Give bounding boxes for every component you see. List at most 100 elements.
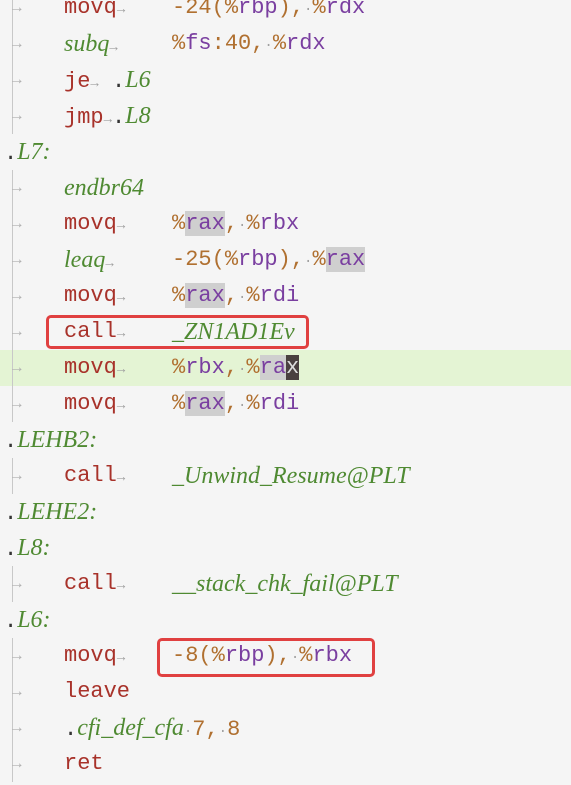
code-line[interactable]: → leave bbox=[0, 674, 571, 710]
annotation-box-operand bbox=[157, 638, 375, 677]
tab-arrow-icon: → bbox=[116, 578, 126, 594]
code-token: movq bbox=[64, 211, 117, 236]
operands: %fs:40,·%rdx bbox=[172, 26, 326, 64]
tab-arrow-icon: → bbox=[12, 359, 22, 377]
code-label-line[interactable]: .L7: bbox=[0, 134, 571, 170]
tab-arrow-icon: → bbox=[12, 215, 22, 233]
code-line[interactable]: → ret bbox=[0, 746, 571, 782]
code-token: , bbox=[224, 355, 239, 380]
code-token: jmp bbox=[64, 105, 104, 130]
code-token: L8: bbox=[17, 535, 51, 561]
tab-arrow-icon: → bbox=[12, 107, 22, 125]
tab-arrow-icon: → bbox=[116, 2, 126, 18]
code-line[interactable]: → jmp→.L8 bbox=[0, 98, 571, 134]
code-line[interactable]: → movq→ %rax,·%rdi bbox=[0, 278, 571, 314]
mnemonic: .cfi_def_cfa·7,·8 bbox=[64, 710, 240, 750]
label-text: .LEHB2: bbox=[4, 422, 97, 460]
code-token: % bbox=[172, 31, 186, 56]
code-token: . bbox=[64, 717, 78, 742]
code-token: ret bbox=[64, 751, 104, 776]
code-token: LEHE2: bbox=[17, 499, 98, 525]
whitespace-marker: · bbox=[264, 38, 273, 54]
code-label-line[interactable]: .LEHB2: bbox=[0, 422, 571, 458]
code-label-line[interactable]: .L8: bbox=[0, 530, 571, 566]
code-token: movq bbox=[64, 643, 117, 668]
register-token: rax bbox=[185, 391, 225, 416]
register-token: rax bbox=[185, 283, 225, 308]
mnemonic: movq→ bbox=[64, 0, 125, 28]
tab-arrow-icon: → bbox=[105, 256, 114, 272]
code-token: . bbox=[112, 105, 126, 130]
register-token: rdi bbox=[259, 391, 300, 416]
code-line[interactable]: → call→ __stack_chk_fail@PLT bbox=[0, 566, 571, 602]
register-token: rdx bbox=[286, 31, 326, 56]
operands: %rax,·%rdi bbox=[172, 278, 299, 316]
code-token: . bbox=[4, 501, 18, 526]
code-token: : bbox=[211, 31, 225, 56]
tab-arrow-icon: → bbox=[90, 76, 99, 92]
register-token: rbp bbox=[238, 247, 278, 272]
code-token: % bbox=[312, 247, 326, 272]
code-token: % bbox=[246, 355, 260, 380]
tab-arrow-icon: → bbox=[12, 755, 22, 773]
code-token: movq bbox=[64, 283, 117, 308]
code-token: . bbox=[4, 141, 18, 166]
mnemonic: leaq→ bbox=[64, 242, 114, 282]
mnemonic: call→ bbox=[64, 458, 125, 496]
tab-arrow-icon: → bbox=[116, 218, 126, 234]
whitespace-marker: · bbox=[218, 724, 228, 740]
tab-arrow-icon: → bbox=[12, 251, 22, 269]
register-token: ra bbox=[259, 355, 287, 380]
mnemonic: subq→ bbox=[64, 26, 118, 66]
operands: -25(%rbp),·%rax bbox=[172, 242, 366, 280]
code-line[interactable]: → leaq→ -25(%rbp),·%rax bbox=[0, 242, 571, 278]
mnemonic: movq→ bbox=[64, 350, 125, 388]
code-label-line[interactable]: .LEHE2: bbox=[0, 494, 571, 530]
tab-arrow-icon: → bbox=[12, 179, 22, 197]
code-token: . bbox=[4, 429, 18, 454]
code-token: % bbox=[172, 283, 186, 308]
register-token: rbx bbox=[185, 355, 225, 380]
operands: __stack_chk_fail@PLT bbox=[172, 566, 398, 604]
code-line[interactable]: → call→ _Unwind_Resume@PLT bbox=[0, 458, 571, 494]
mnemonic: movq→ bbox=[64, 278, 125, 316]
code-label-line[interactable]: .L6: bbox=[0, 602, 571, 638]
code-token: , bbox=[224, 283, 239, 308]
tab-arrow-icon: → bbox=[12, 683, 22, 701]
code-token: leave bbox=[64, 679, 131, 704]
code-token: L6: bbox=[17, 607, 51, 633]
code-token: subq bbox=[64, 31, 110, 57]
code-token: % bbox=[224, 247, 239, 272]
code-line[interactable]: → movq→ %rbx,·%rax bbox=[0, 350, 571, 386]
register-token: rdi bbox=[259, 283, 300, 308]
mnemonic: call→ bbox=[64, 566, 125, 604]
code-line[interactable]: → je→ .L6 bbox=[0, 62, 571, 98]
tab-arrow-icon: → bbox=[116, 470, 126, 486]
code-token: L7: bbox=[17, 139, 51, 165]
code-token: , bbox=[251, 31, 265, 56]
tab-arrow-icon: → bbox=[12, 71, 22, 89]
code-token: je bbox=[64, 69, 91, 94]
code-line[interactable]: → endbr64 bbox=[0, 170, 571, 206]
register-token: rbx bbox=[259, 211, 300, 236]
code-token: , bbox=[290, 247, 305, 272]
code-token: % bbox=[172, 211, 186, 236]
code-line[interactable]: → movq→ %rax,·%rdi bbox=[0, 386, 571, 422]
tab-arrow-icon: → bbox=[12, 719, 22, 737]
code-line[interactable]: → .cfi_def_cfa·7,·8 bbox=[0, 710, 571, 746]
code-token: -25 bbox=[172, 247, 212, 272]
code-token: % bbox=[172, 391, 186, 416]
tab-arrow-icon: → bbox=[103, 112, 113, 128]
annotation-box-call bbox=[46, 315, 309, 349]
label-text: .L7: bbox=[4, 134, 51, 172]
code-token: 8 bbox=[227, 717, 241, 742]
code-line[interactable]: → subq→ %fs:40,·%rdx bbox=[0, 26, 571, 62]
code-line[interactable]: → movq→ %rax,·%rbx bbox=[0, 206, 571, 242]
mnemonic: je→ .L6 bbox=[64, 62, 151, 102]
code-token: _Unwind_Resume@PLT bbox=[172, 463, 410, 489]
code-line[interactable]: → movq→ -24(%rbp),·%rdx bbox=[0, 0, 571, 26]
code-token: % bbox=[224, 0, 239, 20]
code-token: ) bbox=[277, 0, 291, 20]
mnemonic: jmp→.L8 bbox=[64, 98, 151, 138]
